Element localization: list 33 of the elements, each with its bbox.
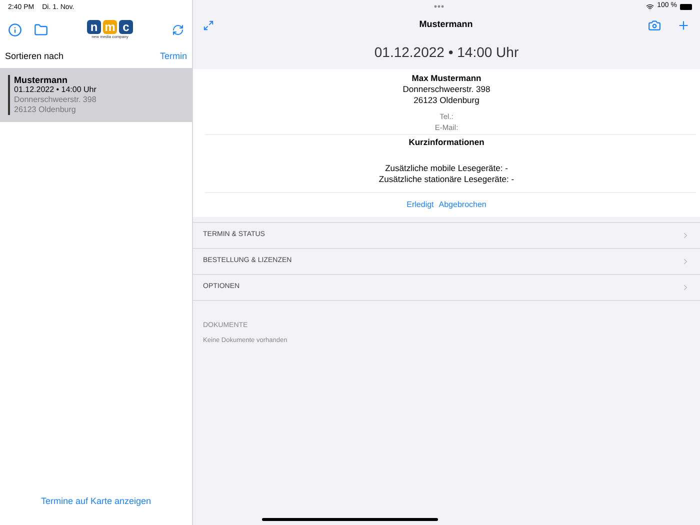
info-line: Zusätzliche mobile Lesegeräte: - [385,162,508,174]
folder-button[interactable] [34,22,48,36]
appointment-datetime: 01.12.2022 • 14:00 Uhr [14,84,96,94]
detail-datetime: 01.12.2022 • 14:00 Uhr [374,43,519,62]
battery-icon [680,4,692,10]
chevron-right-icon [681,230,690,240]
chevron-right-icon [681,282,690,292]
chevron-right-icon [681,256,690,266]
sort-label: Sortieren nach [5,50,64,63]
info-line: Zusätzliche stationäre Lesegeräte: - [378,174,514,185]
refresh-button[interactable] [172,24,184,36]
multitask-dots-icon[interactable] [434,5,444,8]
status-action-link[interactable]: Erledigt [406,198,434,211]
detail-title: Mustermann [418,18,474,32]
info-heading: Kurzinformationen [408,136,484,149]
logo-tile: c [119,20,133,34]
appointment-city: 26123 Oldenburg [14,104,77,114]
appointment-name: Mustermann [14,74,69,84]
info-button[interactable] [8,22,22,36]
status-action-link[interactable]: Abgebrochen [438,198,486,211]
appointment-list-item[interactable]: Mustermann 01.12.2022 • 14:00 Uhr Donnerschweerstr. 398 26123 Oldenburg [0,68,192,122]
map-link[interactable]: Termine auf Karte anzeigen [40,494,152,508]
camera-button[interactable] [648,18,661,32]
add-button[interactable] [677,18,690,32]
wifi-icon [646,2,654,10]
appointment-street: Donnerschweerstr. 398 [14,94,96,104]
contact-city: 26123 Oldenburg [414,95,480,106]
contact-name: Max Mustermann [412,73,482,84]
logo-tile: n [87,20,101,34]
contact-street: Donnerschweerstr. 398 [402,84,490,95]
logo-tile: m [103,20,117,34]
expand-button[interactable] [203,20,214,30]
sort-option-link[interactable]: Termin [160,50,187,64]
